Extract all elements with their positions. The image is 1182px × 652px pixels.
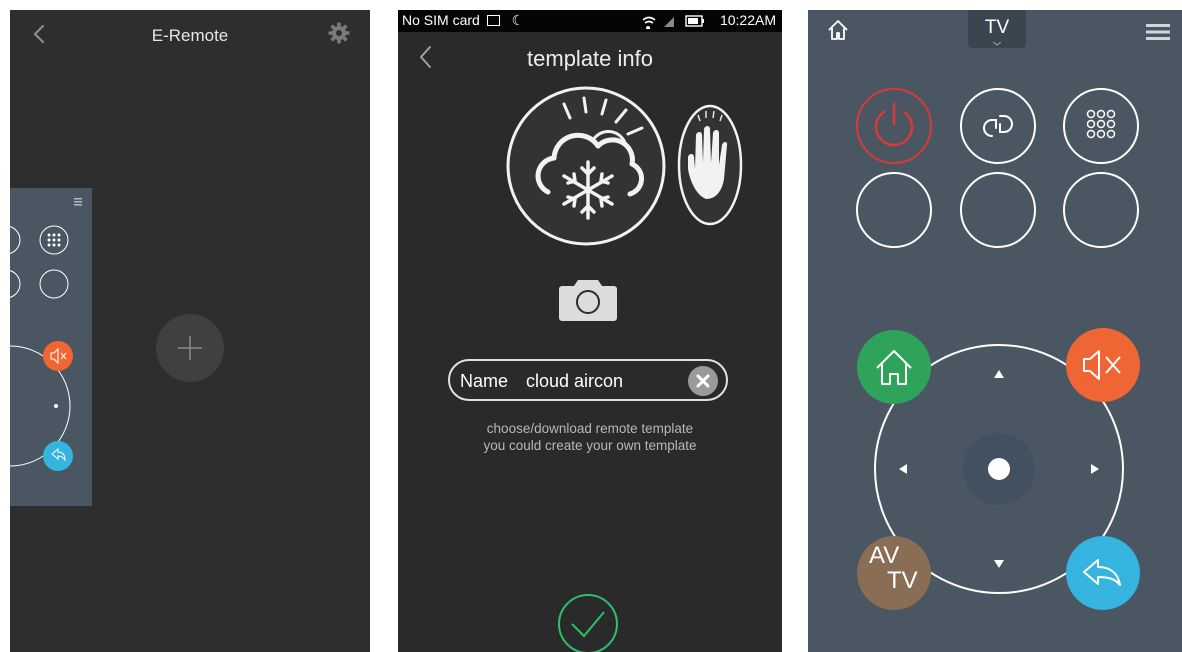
return-button[interactable] (1066, 536, 1140, 610)
home-icon[interactable] (826, 18, 850, 42)
power-icon (874, 102, 914, 147)
mute-icon (1083, 350, 1121, 380)
gear-icon[interactable] (328, 22, 350, 44)
custom-button-3[interactable] (1063, 172, 1139, 248)
template-icon-cloud-snow[interactable] (504, 82, 668, 246)
e-remote-home-screen: E-Remote (10, 10, 370, 652)
plus-icon (178, 336, 202, 360)
keypad-button[interactable] (1063, 88, 1139, 164)
custom-button-2[interactable] (960, 172, 1036, 248)
link-icon (982, 115, 1014, 137)
page-title: E-Remote (151, 26, 229, 45)
image-notification-icon (486, 15, 500, 26)
clock: 10:22AM (719, 12, 776, 28)
tv-remote-screen: TV AV TV (808, 10, 1182, 652)
keypad-icon (1086, 109, 1116, 139)
name-input[interactable] (526, 369, 676, 393)
help-text: choose/download remote template you coul… (483, 421, 697, 453)
home-icon (876, 350, 912, 385)
menu-icon[interactable] (1146, 22, 1170, 42)
clear-input-button[interactable] (688, 366, 718, 396)
camera-icon[interactable] (558, 276, 618, 322)
remote-preview-card[interactable] (10, 188, 92, 506)
template-info-screen: No SIM card ☾ 10:22AM template info Name… (398, 10, 782, 652)
checkmark-icon (558, 594, 618, 652)
status-bar: No SIM card ☾ 10:22AM (398, 10, 782, 32)
close-icon (696, 374, 710, 388)
signal-battery-icons (642, 15, 704, 29)
template-icon-hand[interactable] (676, 103, 744, 227)
link-button[interactable] (960, 88, 1036, 164)
name-label: Name (460, 371, 509, 391)
page-title: template info (527, 46, 653, 71)
confirm-button[interactable] (556, 592, 620, 652)
tv-label: TV (887, 567, 918, 594)
power-button[interactable] (856, 88, 932, 164)
ok-button[interactable] (988, 458, 1010, 480)
av-label: AV (869, 542, 900, 569)
moon-icon: ☾ (511, 12, 525, 28)
device-tab[interactable]: TV (968, 10, 1026, 48)
mute-button[interactable] (1066, 328, 1140, 402)
chevron-down-icon (993, 42, 1001, 46)
name-field[interactable]: Name (448, 359, 728, 401)
av-tv-source-button[interactable]: AV TV (857, 536, 931, 610)
return-icon (1083, 559, 1121, 586)
carrier-label: No SIM card ☾ (402, 12, 525, 28)
add-remote-button[interactable] (156, 314, 224, 382)
home-button[interactable] (857, 330, 931, 404)
custom-button-1[interactable] (856, 172, 932, 248)
